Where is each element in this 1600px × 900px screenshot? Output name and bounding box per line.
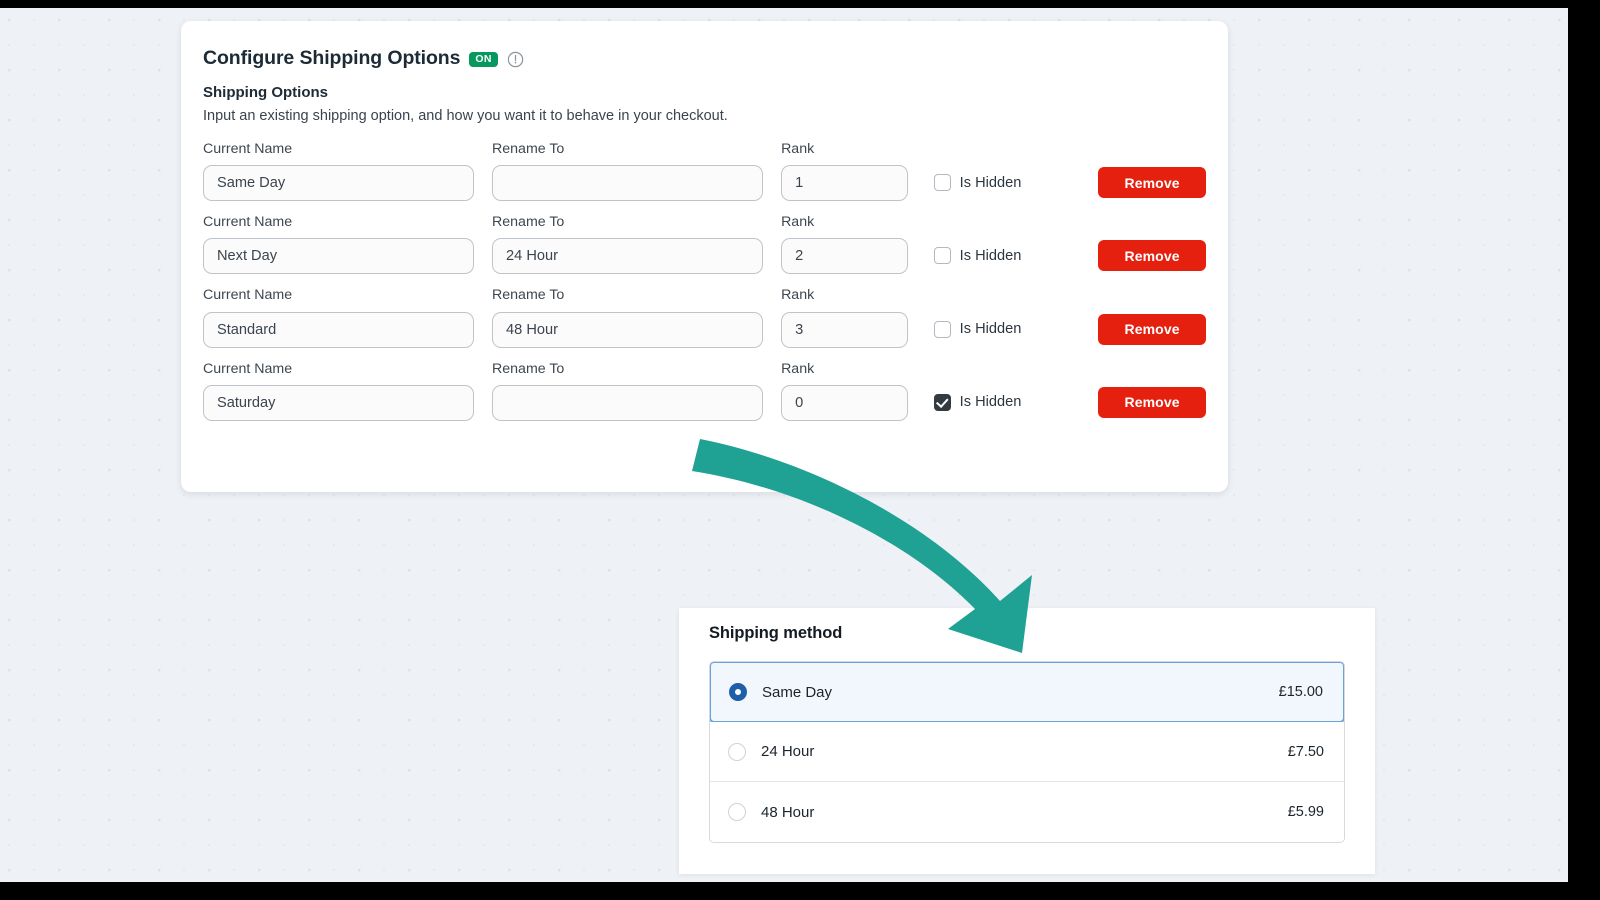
shipping-method-title: Shipping method [709, 624, 1345, 643]
rename-to-input[interactable] [492, 385, 763, 421]
current-name-label: Current Name [203, 140, 474, 159]
current-name-input[interactable]: Next Day [203, 238, 474, 274]
rank-label: Rank [781, 213, 908, 232]
rename-to-input[interactable] [492, 165, 763, 201]
rank-field: Rank 0 [781, 360, 908, 421]
shipping-method-label: 24 Hour [761, 743, 1288, 760]
rename-to-input[interactable]: 48 Hour [492, 312, 763, 348]
shipping-method-option[interactable]: 24 Hour £7.50 [710, 722, 1344, 782]
is-hidden-label: Is Hidden [960, 394, 1022, 410]
section-title: Shipping Options [203, 84, 1206, 101]
is-hidden-checkbox[interactable] [934, 174, 951, 191]
radio-button-icon[interactable] [728, 803, 746, 821]
shipping-method-option[interactable]: Same Day £15.00 [709, 661, 1345, 723]
rename-to-field: Rename To 48 Hour [492, 286, 763, 347]
current-name-label: Current Name [203, 213, 474, 232]
shipping-option-row: Current Name Same Day Rename To Rank 1 I… [203, 140, 1206, 201]
is-hidden-control[interactable]: Is Hidden [934, 312, 1072, 348]
page-title: Configure Shipping Options [203, 47, 460, 70]
card-header: Configure Shipping Options ON [203, 47, 1206, 70]
shipping-option-row: Current Name Standard Rename To 48 Hour … [203, 286, 1206, 347]
rank-label: Rank [781, 140, 908, 159]
shipping-method-price: £7.50 [1288, 744, 1324, 760]
rank-field: Rank 2 [781, 213, 908, 274]
section-description: Input an existing shipping option, and h… [203, 108, 1206, 124]
rename-to-field: Rename To 24 Hour [492, 213, 763, 274]
radio-button-icon[interactable] [728, 743, 746, 761]
configure-shipping-options-card: Configure Shipping Options ON Shipping O… [181, 21, 1228, 492]
rank-input[interactable]: 2 [781, 238, 908, 274]
is-hidden-label: Is Hidden [960, 248, 1022, 264]
is-hidden-checkbox[interactable] [934, 247, 951, 264]
remove-button[interactable]: Remove [1098, 240, 1206, 271]
current-name-field: Current Name Saturday [203, 360, 474, 421]
current-name-field: Current Name Next Day [203, 213, 474, 274]
shipping-method-label: Same Day [762, 684, 1279, 701]
is-hidden-checkbox[interactable] [934, 321, 951, 338]
current-name-input[interactable]: Standard [203, 312, 474, 348]
current-name-input[interactable]: Saturday [203, 385, 474, 421]
rank-field: Rank 3 [781, 286, 908, 347]
rename-to-label: Rename To [492, 213, 763, 232]
shipping-method-price: £15.00 [1279, 684, 1323, 700]
rename-to-label: Rename To [492, 360, 763, 379]
current-name-input[interactable]: Same Day [203, 165, 474, 201]
screenshot-stage: Configure Shipping Options ON Shipping O… [0, 0, 1600, 900]
status-badge: ON [469, 52, 497, 67]
rename-to-field: Rename To [492, 140, 763, 201]
rename-to-label: Rename To [492, 286, 763, 305]
remove-button[interactable]: Remove [1098, 387, 1206, 418]
rename-to-field: Rename To [492, 360, 763, 421]
remove-button[interactable]: Remove [1098, 167, 1206, 198]
shipping-method-option[interactable]: 48 Hour £5.99 [710, 782, 1344, 842]
remove-button[interactable]: Remove [1098, 314, 1206, 345]
checkout-preview-card: Shipping method Same Day £15.00 24 Hour … [679, 608, 1375, 874]
rank-input[interactable]: 0 [781, 385, 908, 421]
is-hidden-label: Is Hidden [960, 175, 1022, 191]
shipping-method-price: £5.99 [1288, 804, 1324, 820]
is-hidden-control[interactable]: Is Hidden [934, 238, 1072, 274]
radio-button-icon[interactable] [729, 683, 747, 701]
rank-field: Rank 1 [781, 140, 908, 201]
is-hidden-control[interactable]: Is Hidden [934, 165, 1072, 201]
rank-input[interactable]: 3 [781, 312, 908, 348]
shipping-method-label: 48 Hour [761, 804, 1288, 821]
is-hidden-control[interactable]: Is Hidden [934, 385, 1072, 421]
rename-to-input[interactable]: 24 Hour [492, 238, 763, 274]
rank-input[interactable]: 1 [781, 165, 908, 201]
shipping-option-row: Current Name Saturday Rename To Rank 0 I… [203, 360, 1206, 421]
rank-label: Rank [781, 286, 908, 305]
is-hidden-checkbox[interactable] [934, 394, 951, 411]
current-name-label: Current Name [203, 286, 474, 305]
shipping-option-row: Current Name Next Day Rename To 24 Hour … [203, 213, 1206, 274]
current-name-field: Current Name Standard [203, 286, 474, 347]
rename-to-label: Rename To [492, 140, 763, 159]
dotted-canvas-background: Configure Shipping Options ON Shipping O… [0, 8, 1568, 882]
current-name-field: Current Name Same Day [203, 140, 474, 201]
rank-label: Rank [781, 360, 908, 379]
info-circle-icon[interactable] [507, 51, 524, 68]
current-name-label: Current Name [203, 360, 474, 379]
shipping-method-list: Same Day £15.00 24 Hour £7.50 48 Hour £5… [709, 661, 1345, 843]
is-hidden-label: Is Hidden [960, 321, 1022, 337]
